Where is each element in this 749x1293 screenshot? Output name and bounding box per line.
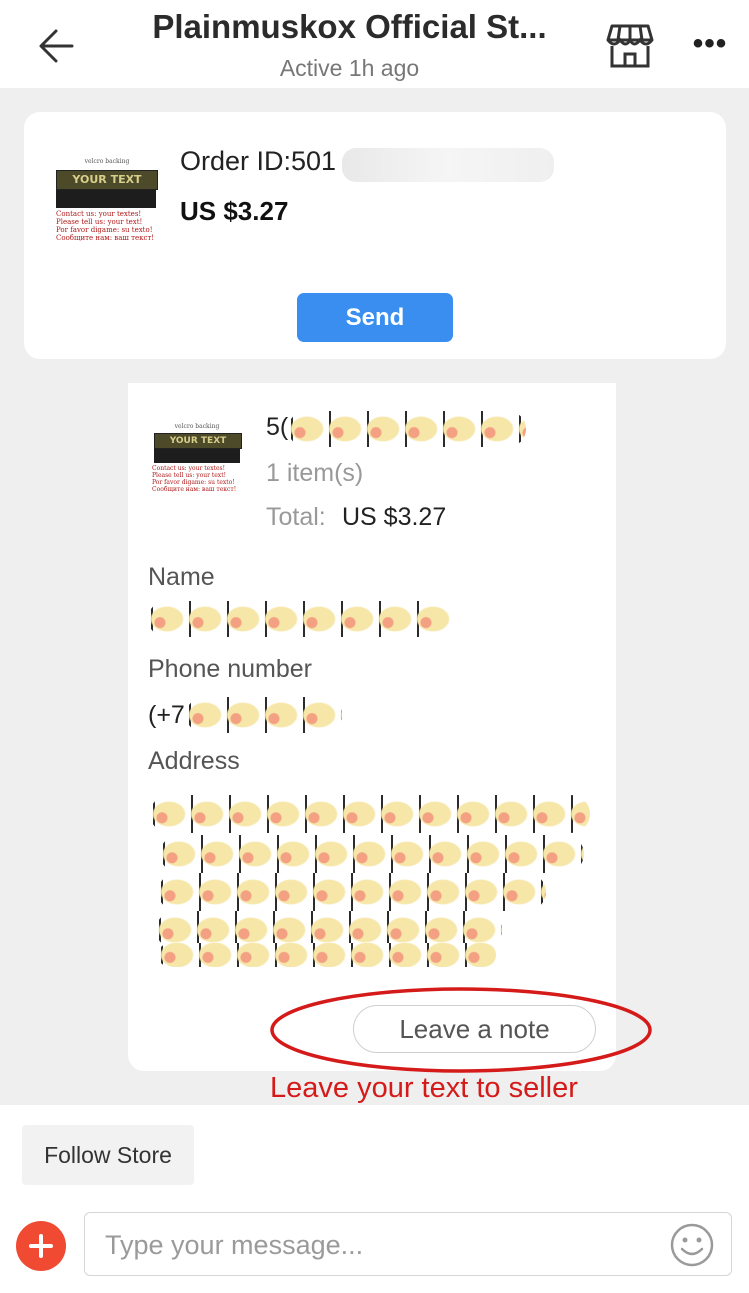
redaction-stickers	[288, 411, 526, 447]
name-label: Name	[148, 563, 215, 591]
chat-footer: Follow Store	[0, 1105, 749, 1293]
chat-header: Plainmuskox Official St... Active 1h ago…	[0, 0, 749, 88]
emoji-button[interactable]	[669, 1222, 715, 1268]
thumb-velcro	[56, 190, 156, 208]
active-status: Active 1h ago	[279, 55, 420, 81]
order-number: 5(	[266, 413, 289, 441]
thumb-patch-text: YOUR TEXT	[154, 433, 242, 449]
order-card: velcro backing YOUR TEXT Contact us: you…	[24, 112, 726, 359]
message-input-box	[84, 1212, 732, 1276]
thumb-velcro	[154, 449, 240, 463]
thumb-lines: Contact us: your textes! Please tell us:…	[56, 210, 155, 242]
thumb-caption: velcro backing	[84, 158, 130, 165]
order-id: Order ID:501	[180, 146, 337, 176]
annotation-circle	[270, 987, 652, 1073]
message-input[interactable]	[103, 1221, 647, 1269]
redaction-stickers	[150, 795, 590, 833]
redaction-blur	[342, 148, 554, 182]
more-options-button[interactable]: •••	[688, 20, 732, 68]
send-button[interactable]: Send	[297, 293, 453, 342]
message-product-thumbnail[interactable]: velcro backing YOUR TEXT Contact us: you…	[150, 423, 244, 495]
add-attachment-button[interactable]	[16, 1221, 66, 1271]
total-label: Total:	[266, 503, 326, 531]
thumb-lines: Contact us: your textes! Please tell us:…	[152, 465, 237, 493]
redaction-stickers	[160, 835, 584, 873]
annotation-text: Leave your text to seller	[270, 1072, 578, 1104]
back-button[interactable]	[30, 20, 82, 72]
redaction-stickers	[158, 873, 546, 911]
redaction-stickers	[158, 943, 496, 967]
address-label: Address	[148, 747, 240, 775]
redaction-stickers	[186, 697, 342, 733]
redaction-stickers	[148, 601, 454, 637]
store-name-title: Plainmuskox Official St...	[152, 8, 547, 45]
total-value: US $3.27	[342, 503, 447, 531]
product-thumbnail[interactable]: velcro backing YOUR TEXT Contact us: you…	[52, 158, 162, 242]
thumb-patch-text: YOUR TEXT	[56, 170, 158, 190]
arrow-left-icon	[39, 29, 74, 63]
follow-store-button[interactable]: Follow Store	[22, 1125, 194, 1185]
phone-label: Phone number	[148, 655, 313, 683]
storefront-icon	[606, 24, 654, 68]
item-count: 1 item(s)	[266, 459, 364, 487]
order-price: US $3.27	[180, 196, 289, 226]
phone-prefix: (+7	[148, 701, 185, 729]
thumb-caption: velcro backing	[174, 423, 220, 430]
plus-icon	[29, 1234, 53, 1258]
order-message-bubble: velcro backing YOUR TEXT Contact us: you…	[128, 383, 616, 1071]
smiley-icon	[670, 1223, 714, 1267]
store-button[interactable]	[604, 20, 656, 72]
